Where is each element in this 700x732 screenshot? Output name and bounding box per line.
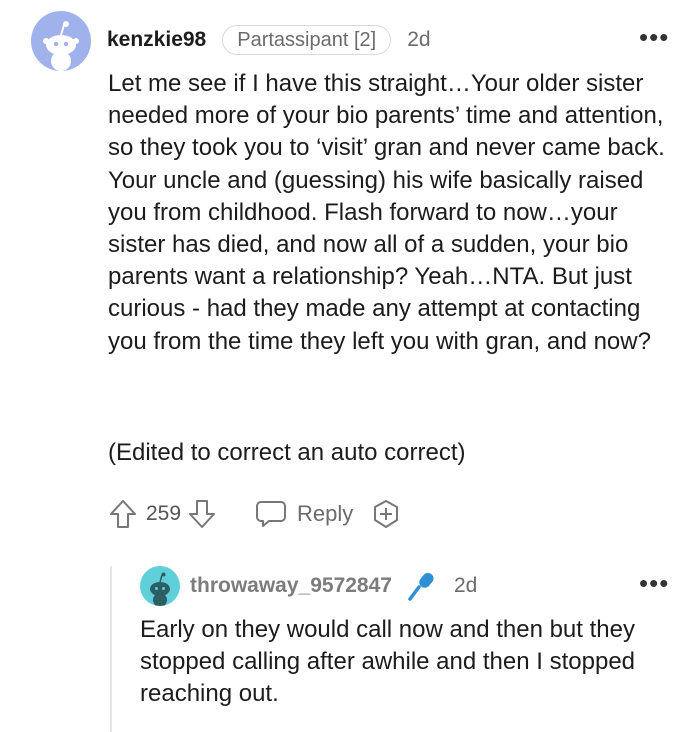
thread-line[interactable] xyxy=(110,566,112,732)
reply-button[interactable]: Reply xyxy=(255,499,353,529)
user-flair: Partassipant [2] xyxy=(222,25,392,55)
comment-actions: 259 Reply xyxy=(108,494,401,534)
reply-body: Early on they would call now and then bu… xyxy=(140,616,636,707)
snoo-avatar-icon xyxy=(43,21,79,71)
reply-header: throwaway_9572847 2d xyxy=(190,571,477,601)
comment-header: kenzkie98 Partassipant [2] 2d xyxy=(107,24,431,56)
snoo-avatar-icon xyxy=(150,572,170,606)
downvote-icon[interactable] xyxy=(187,498,217,530)
reply-avatar[interactable] xyxy=(140,566,180,606)
more-options-icon[interactable]: ••• xyxy=(639,568,669,599)
username[interactable]: kenzkie98 xyxy=(107,28,206,52)
timestamp[interactable]: 2d xyxy=(407,28,430,52)
vote-score: 259 xyxy=(146,502,182,525)
upvote-icon[interactable] xyxy=(108,498,138,530)
reply-label: Reply xyxy=(297,501,354,526)
award-button[interactable] xyxy=(371,498,401,530)
comment-body: Let me see if I have this straight…Your … xyxy=(108,70,665,355)
timestamp[interactable]: 2d xyxy=(454,574,477,598)
microphone-icon xyxy=(406,570,436,602)
username[interactable]: throwaway_9572847 xyxy=(190,574,392,598)
award-icon xyxy=(374,500,399,528)
speech-bubble-icon xyxy=(255,499,287,529)
edit-note: (Edited to correct an auto correct) xyxy=(108,439,466,466)
avatar[interactable] xyxy=(31,11,91,71)
more-options-icon[interactable]: ••• xyxy=(639,22,669,53)
